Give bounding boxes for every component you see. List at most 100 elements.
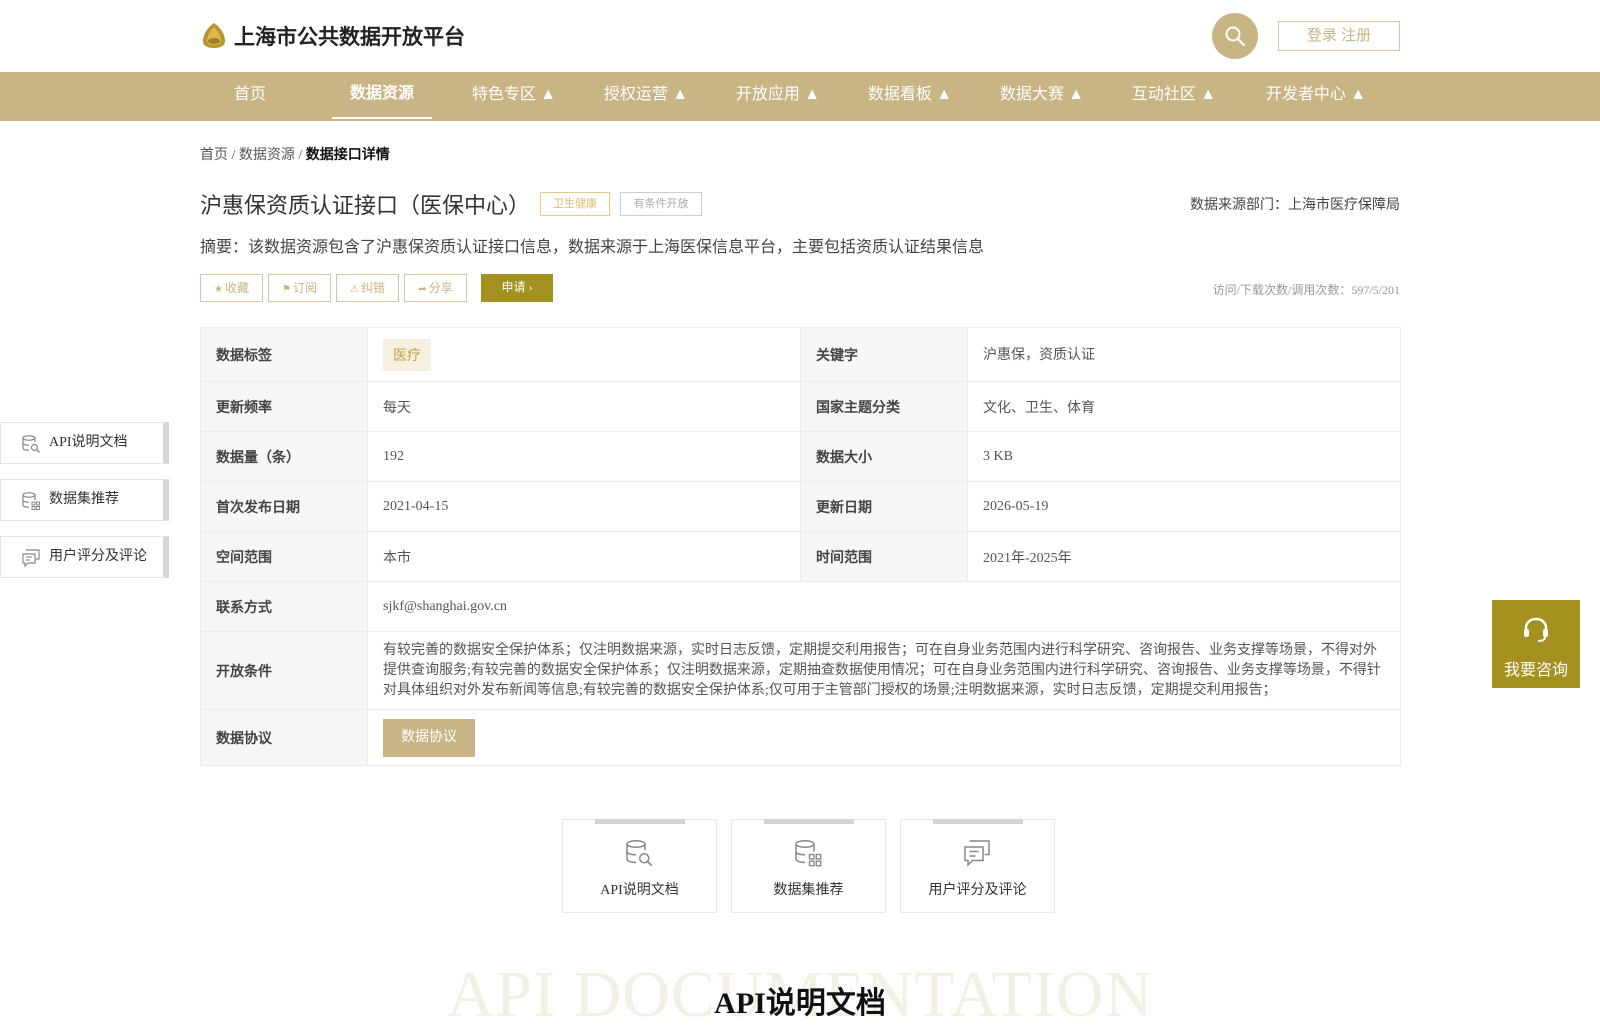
table-row: 联系方式 sjkf@shanghai.gov.cn — [200, 581, 1401, 632]
spatial-value: 本市 — [367, 531, 801, 582]
breadcrumb-current: 数据接口详情 — [305, 148, 390, 163]
table-row: 开放条件 有较完善的数据安全保护体系；仅注明数据来源，实时日志反馈，定期提交利用… — [200, 631, 1401, 710]
share-label: 分享 — [428, 281, 453, 295]
star-icon: ★ — [214, 284, 223, 295]
agreement-button[interactable]: 数据协议 — [383, 718, 475, 757]
national-topic-label: 国家主题分类 — [800, 381, 968, 432]
card-label: 数据集推荐 — [773, 883, 844, 898]
apply-label: 申请 — [501, 280, 526, 294]
warning-icon: ⚠ — [350, 284, 359, 295]
site-title[interactable]: 上海市公共数据开放平台 — [234, 21, 465, 51]
size-value: 3 KB — [967, 431, 1401, 482]
table-row: 更新频率 每天 国家主题分类 文化、卫生、体育 — [200, 381, 1401, 432]
nav-developer-center[interactable]: 开发者中心 ▲ — [1256, 72, 1376, 121]
search-icon — [1225, 26, 1246, 47]
subscribe-label: 订阅 — [292, 281, 317, 295]
bookmark-icon: ⚑ — [282, 284, 291, 295]
card-label: API说明文档 — [600, 883, 679, 898]
card-label: 用户评分及评论 — [928, 883, 1027, 898]
section-title: API说明文档 — [714, 987, 886, 1020]
open-type-tag: 有条件开放 — [620, 192, 702, 216]
breadcrumb-data-resources[interactable]: 数据资源 — [239, 148, 295, 163]
data-tag-chip[interactable]: 医疗 — [383, 338, 431, 371]
agreement-cell: 数据协议 — [367, 709, 1401, 766]
nav-data-resources[interactable]: 数据资源 — [332, 72, 432, 119]
first-publish-value: 2021-04-15 — [367, 481, 801, 532]
share-button[interactable]: ➦ 分享 — [404, 274, 467, 302]
nav-authorized-operation[interactable]: 授权运营 ▲ — [594, 72, 698, 121]
conditions-value: 有较完善的数据安全保护体系；仅注明数据来源，实时日志反馈，定期提交利用报告；可在… — [367, 631, 1401, 710]
database-search-icon — [626, 839, 653, 867]
search-button[interactable] — [1212, 13, 1258, 59]
update-date-label: 更新日期 — [800, 481, 968, 532]
time-range-label: 时间范围 — [800, 531, 968, 582]
nav-data-contest[interactable]: 数据大赛 ▲ — [990, 72, 1094, 121]
contact-label: 联系方式 — [200, 581, 368, 632]
contact-value[interactable]: sjkf@shanghai.gov.cn — [367, 581, 1401, 632]
card-api-docs[interactable]: API说明文档 — [562, 819, 717, 913]
database-search-icon — [22, 435, 40, 453]
summary-text: 摘要：该数据资源包含了沪惠保资质认证接口信息，数据来源于上海医保信息平台，主要包… — [200, 239, 985, 256]
table-row: 数据标签 医疗 关键字 沪惠保，资质认证 — [200, 327, 1401, 382]
report-error-button[interactable]: ⚠ 纠错 — [336, 274, 399, 302]
volume-label: 数据量（条） — [200, 431, 368, 482]
subscribe-button[interactable]: ⚑ 订阅 — [268, 274, 331, 302]
report-error-label: 纠错 — [360, 281, 385, 295]
chevron-right-icon: › — [528, 280, 533, 294]
table-row: 数据量（条） 192 数据大小 3 KB — [200, 431, 1401, 482]
time-range-value: 2021年-2025年 — [967, 531, 1401, 582]
sidebar-label: API说明文档 — [49, 435, 128, 450]
top-header: 上海市公共数据开放平台 登录 注册 — [0, 0, 1600, 72]
keyword-label: 关键字 — [800, 327, 968, 382]
card-top-bar — [595, 819, 685, 824]
card-dataset-recommend[interactable]: 数据集推荐 — [731, 819, 886, 913]
headset-icon — [1524, 617, 1548, 642]
nav-community[interactable]: 互动社区 ▲ — [1122, 72, 1226, 121]
visit-stats: 访问/下载次数/调用次数：597/5/201 — [1212, 283, 1400, 297]
keyword-value: 沪惠保，资质认证 — [967, 327, 1401, 382]
size-label: 数据大小 — [800, 431, 968, 482]
nav-special-zone[interactable]: 特色专区 ▲ — [462, 72, 566, 121]
spatial-label: 空间范围 — [200, 531, 368, 582]
comment-icon — [964, 840, 990, 867]
table-row: 空间范围 本市 时间范围 2021年-2025年 — [200, 531, 1401, 582]
sidebar-label: 数据集推荐 — [49, 492, 119, 507]
nav-data-dashboard[interactable]: 数据看板 ▲ — [858, 72, 962, 121]
volume-value: 192 — [367, 431, 801, 482]
consult-button[interactable]: 我要咨询 — [1492, 600, 1580, 688]
frequency-value: 每天 — [367, 381, 801, 432]
frequency-label: 更新频率 — [200, 381, 368, 432]
breadcrumb-home[interactable]: 首页 — [200, 148, 228, 163]
nav-open-apps[interactable]: 开放应用 ▲ — [726, 72, 830, 121]
card-top-bar — [933, 819, 1023, 824]
favorite-button[interactable]: ★ 收藏 — [200, 274, 263, 302]
data-tag-cell: 医疗 — [367, 327, 801, 382]
sidebar-item-api-docs[interactable]: API说明文档 — [0, 422, 169, 464]
source-department: 数据来源部门：上海市医疗保障局 — [1190, 198, 1400, 213]
category-tag: 卫生健康 — [540, 192, 610, 216]
breadcrumb-separator: / — [294, 148, 306, 163]
database-grid-icon — [795, 839, 822, 867]
breadcrumb: 首页 / 数据资源 / 数据接口详情 — [200, 144, 390, 164]
sidebar-label: 用户评分及评论 — [49, 549, 147, 564]
data-tag-label: 数据标签 — [200, 327, 368, 382]
table-row: 首次发布日期 2021-04-15 更新日期 2026-05-19 — [200, 481, 1401, 532]
site-logo-icon — [203, 23, 225, 48]
apply-button[interactable]: 申请 › — [481, 274, 553, 302]
comment-icon — [22, 549, 40, 568]
national-topic-value: 文化、卫生、体育 — [967, 381, 1401, 432]
card-top-bar — [764, 819, 854, 824]
card-user-reviews[interactable]: 用户评分及评论 — [900, 819, 1055, 913]
first-publish-label: 首次发布日期 — [200, 481, 368, 532]
update-date-value: 2026-05-19 — [967, 481, 1401, 532]
agreement-label: 数据协议 — [200, 709, 368, 766]
login-register-button[interactable]: 登录 注册 — [1278, 21, 1400, 51]
info-table: 数据标签 医疗 关键字 沪惠保，资质认证 更新频率 每天 国家主题分类 文化、卫… — [200, 327, 1401, 766]
breadcrumb-separator: / — [228, 148, 239, 163]
share-icon: ➦ — [418, 284, 427, 295]
sidebar-item-user-reviews[interactable]: 用户评分及评论 — [0, 536, 169, 578]
sidebar-item-dataset-recommend[interactable]: 数据集推荐 — [0, 479, 169, 521]
nav-home[interactable]: 首页 — [200, 72, 300, 121]
table-row: 数据协议 数据协议 — [200, 709, 1401, 766]
main-nav: 首页 数据资源 特色专区 ▲ 授权运营 ▲ 开放应用 ▲ 数据看板 ▲ 数据大赛… — [0, 72, 1600, 121]
